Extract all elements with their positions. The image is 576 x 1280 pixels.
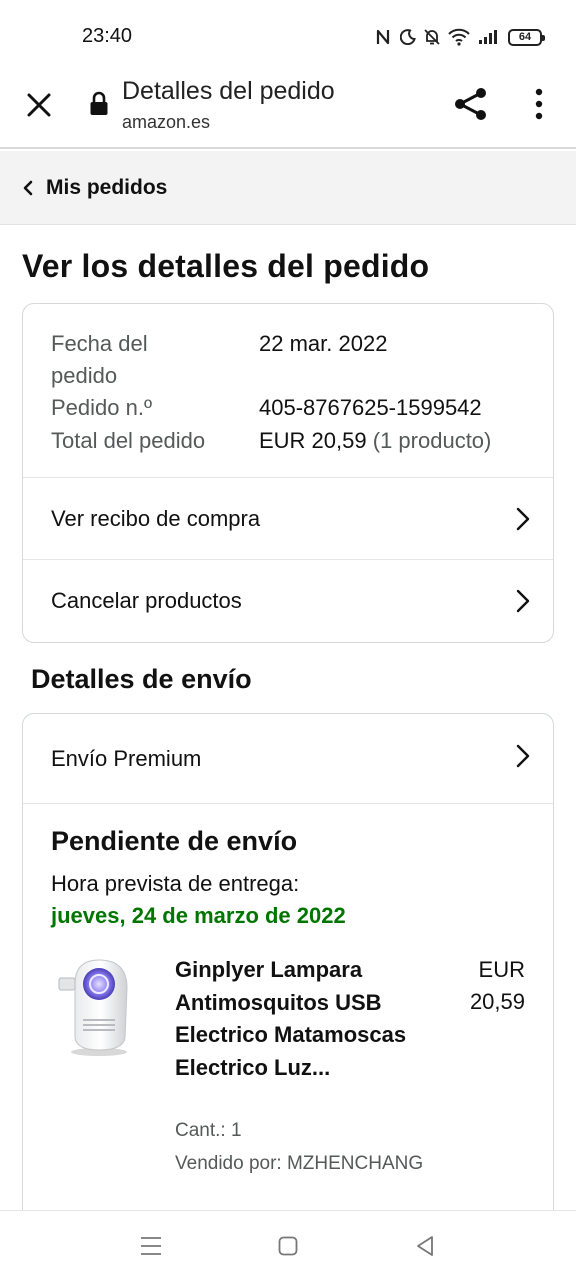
order-number-label: Pedido n.º (51, 395, 152, 420)
product-title-link[interactable]: Ginplyer Lampara Antimosquitos USB Elect… (175, 954, 415, 1084)
close-icon[interactable] (22, 88, 56, 122)
back-icon[interactable] (415, 1235, 435, 1257)
product-seller: Vendido por: MZHENCHANG (175, 1153, 424, 1174)
share-icon[interactable] (452, 86, 490, 122)
shipping-card: Envío Premium Pendiente de envío Hora pr… (22, 713, 554, 1253)
battery-icon: 64 (508, 28, 545, 46)
status-bar: 23:40 64 (0, 0, 576, 70)
chevron-left-icon (23, 180, 33, 195)
delivery-eta-label: Hora prevista de entrega: (51, 871, 300, 896)
moon-icon (400, 29, 416, 45)
delivery-eta-date: jueves, 24 de marzo de 2022 (51, 903, 346, 928)
product-quantity: Cant.: 1 (175, 1120, 242, 1141)
shipping-method-label: Envío Premium (51, 745, 202, 771)
breadcrumb-label: Mis pedidos (46, 175, 168, 199)
home-icon[interactable] (278, 1236, 298, 1256)
wifi-icon (448, 28, 470, 46)
signal-icon (479, 30, 497, 44)
shipping-section-title: Detalles de envío (31, 664, 252, 694)
chevron-right-icon (516, 589, 530, 613)
browser-domain: amazon.es (122, 112, 211, 132)
lock-icon (90, 91, 108, 115)
cancel-products-label: Cancelar productos (51, 588, 242, 613)
order-number-value: 405-8767625-1599542 (259, 395, 482, 420)
battery-level: 64 (518, 31, 532, 43)
browser-page-title: Detalles del pedido (122, 77, 335, 105)
order-date-value: 22 mar. 2022 (259, 331, 388, 356)
shipment-status: Pendiente de envío (51, 826, 298, 856)
system-nav-bar (0, 1210, 576, 1280)
product-price: EUR 20,59 (435, 954, 525, 1018)
premium-shipping-row[interactable]: Envío Premium (23, 714, 553, 804)
view-receipt-label: Ver recibo de compra (51, 505, 261, 531)
product-image[interactable] (53, 954, 137, 1058)
order-total-label: Total del pedido (51, 428, 206, 453)
order-date-label-2: pedido (51, 363, 118, 388)
order-total: EUR 20,59 (1 producto) (259, 425, 491, 457)
bell-off-icon (424, 29, 440, 45)
chevron-right-icon (516, 744, 530, 767)
order-info: Fecha del pedido 22 mar. 2022 Pedido n.º… (23, 304, 553, 478)
more-options-icon[interactable] (527, 87, 551, 121)
order-total-value: EUR 20,59 (259, 428, 367, 453)
chevron-right-icon (516, 507, 530, 530)
page-title: Ver los detalles del pedido (22, 248, 430, 284)
cancel-products-row[interactable]: Cancelar productos (23, 560, 553, 642)
nfc-icon (376, 29, 390, 45)
breadcrumb-my-orders[interactable]: Mis pedidos (0, 151, 576, 225)
product-price-currency: EUR (478, 957, 525, 982)
order-summary-card: Fecha del pedido 22 mar. 2022 Pedido n.º… (22, 303, 554, 643)
status-icons: 64 (376, 24, 545, 50)
status-time: 23:40 (82, 25, 133, 47)
view-receipt-row[interactable]: Ver recibo de compra (23, 478, 553, 560)
order-item-count: (1 producto) (372, 428, 492, 453)
recent-apps-icon[interactable] (140, 1235, 162, 1257)
product-price-amount: 20,59 (469, 989, 525, 1014)
browser-toolbar: Detalles del pedido amazon.es (0, 70, 576, 149)
order-date-label: Fecha del (51, 331, 148, 356)
